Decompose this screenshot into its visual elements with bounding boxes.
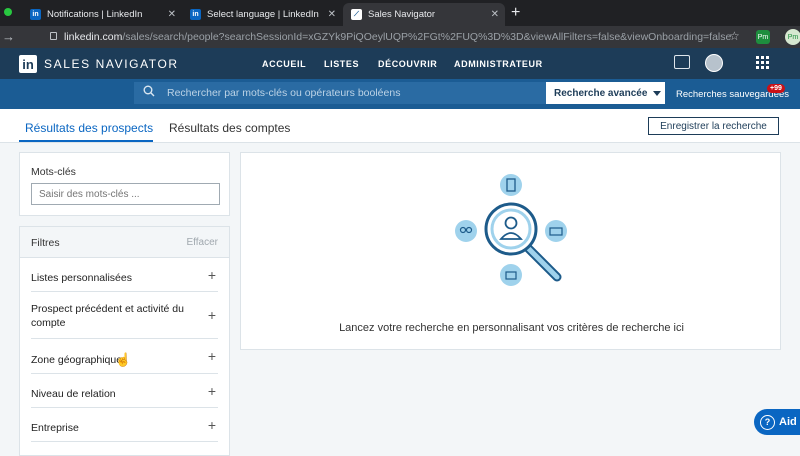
messages-icon[interactable]	[674, 55, 690, 69]
filter-label: Zone géographique	[31, 354, 123, 366]
mouse-cursor-icon: ☝	[115, 352, 132, 367]
help-label: Aid	[779, 416, 797, 428]
nav-administrateur[interactable]: ADMINISTRATEUR	[454, 59, 543, 69]
linkedin-icon: in	[190, 9, 201, 20]
chevron-down-icon	[653, 90, 662, 96]
close-icon[interactable]: ✕	[168, 9, 176, 20]
plus-icon[interactable]: +	[208, 348, 216, 364]
linkedin-logo[interactable]: in	[19, 55, 37, 73]
results-tabs: Résultats des prospects Résultats des co…	[0, 109, 800, 143]
new-tab-icon[interactable]: +	[511, 4, 520, 22]
search-bar-band: Rechercher par mots-clés ou opérateurs b…	[0, 79, 800, 109]
apps-grid-icon[interactable]	[756, 56, 769, 69]
avatar[interactable]	[705, 54, 723, 72]
url-field[interactable]: linkedin.com/sales/search/people?searchS…	[64, 31, 731, 43]
tab-title: Sales Navigator	[368, 9, 436, 20]
search-illustration	[455, 174, 567, 286]
sales-navigator-logo-text[interactable]: SALES NAVIGATOR	[44, 57, 179, 71]
nav-accueil[interactable]: ACCUEIL	[262, 59, 306, 69]
search-placeholder: Rechercher par mots-clés ou opérateurs b…	[167, 87, 401, 99]
extension-icon[interactable]: Pm	[756, 30, 770, 44]
tab-title: Select language | LinkedIn	[207, 9, 319, 20]
clear-filters-link[interactable]: Effacer	[187, 237, 219, 248]
bookmark-star-icon[interactable]: ☆	[729, 29, 740, 43]
tab-prospects[interactable]: Résultats des prospects	[25, 121, 153, 135]
advanced-search-button[interactable]: Recherche avancée	[546, 82, 665, 104]
browser-tab-select-language[interactable]: in Select language | LinkedIn ✕	[182, 3, 342, 26]
keywords-title: Mots-clés	[31, 166, 76, 178]
question-icon: ?	[760, 414, 775, 430]
search-icon	[143, 85, 155, 97]
filter-company[interactable]: Entreprise +	[31, 408, 218, 442]
plus-icon[interactable]: +	[208, 383, 216, 399]
plus-icon[interactable]: +	[208, 417, 216, 433]
linkedin-icon: in	[30, 9, 41, 20]
plus-icon[interactable]: +	[208, 307, 216, 323]
search-input[interactable]: Rechercher par mots-clés ou opérateurs b…	[134, 82, 546, 104]
close-icon[interactable]: ✕	[328, 9, 336, 20]
filter-label: Prospect précédent et activité du compte	[31, 303, 184, 329]
filters-title: Filtres	[31, 237, 60, 249]
address-bar: → linkedin.com/sales/search/people?searc…	[0, 26, 800, 48]
browser-tab-sales-navigator[interactable]: ⟋ Sales Navigator ✕	[343, 3, 505, 26]
close-icon[interactable]: ✕	[491, 9, 499, 20]
nav-listes[interactable]: LISTES	[324, 59, 359, 69]
help-button[interactable]: ? Aid	[754, 409, 800, 435]
tab-title: Notifications | LinkedIn	[47, 9, 143, 20]
window-maximize-button[interactable]	[4, 8, 12, 16]
advanced-search-label: Recherche avancée	[554, 87, 648, 99]
sales-navigator-header: in SALES NAVIGATOR ACCUEIL LISTES DÉCOUV…	[0, 48, 800, 79]
search-empty-state: Lancez votre recherche en personnalisant…	[240, 152, 781, 350]
keywords-card: Mots-clés	[19, 152, 230, 216]
keywords-input[interactable]	[31, 183, 220, 205]
filter-relationship[interactable]: Niveau de relation +	[31, 374, 218, 408]
browser-tab-bar: in Notifications | LinkedIn ✕ in Select …	[0, 0, 800, 26]
filters-panel: Filtres Effacer Listes personnalisées + …	[19, 226, 230, 456]
filter-label: Listes personnalisées	[31, 272, 132, 284]
plus-icon[interactable]: +	[208, 267, 216, 283]
forward-arrow-icon[interactable]: →	[2, 29, 15, 44]
empty-state-message: Lancez votre recherche en personnalisant…	[339, 322, 684, 334]
browser-tab-notifications[interactable]: in Notifications | LinkedIn ✕	[22, 3, 182, 26]
url-domain: linkedin.com	[64, 31, 123, 43]
tab-accounts[interactable]: Résultats des comptes	[169, 121, 290, 135]
lock-icon	[50, 32, 57, 40]
filters-header: Filtres Effacer	[20, 227, 229, 258]
filter-custom-lists[interactable]: Listes personnalisées +	[31, 258, 218, 292]
save-search-button[interactable]: Enregistrer la recherche	[648, 117, 779, 135]
saved-searches-badge: +99	[767, 84, 785, 93]
filter-label: Niveau de relation	[31, 388, 116, 400]
sales-navigator-icon: ⟋	[351, 9, 362, 20]
filter-label: Entreprise	[31, 422, 79, 434]
active-tab-indicator	[19, 140, 153, 142]
url-path: /sales/search/people?searchSessionId=xGZ…	[122, 31, 732, 43]
filter-previous-prospect-activity[interactable]: Prospect précédent et activité du compte…	[31, 292, 218, 339]
profile-extension-icon[interactable]: Pm	[785, 29, 800, 45]
nav-decouvrir[interactable]: DÉCOUVRIR	[378, 59, 437, 69]
